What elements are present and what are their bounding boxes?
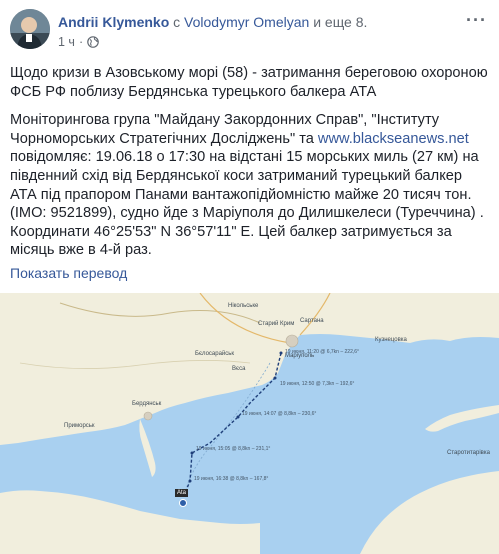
- map-label-sartana: Сартана: [300, 318, 324, 324]
- route-label-4: 19 июня, 15:05 @ 8,8kn – 231,1°: [196, 446, 271, 452]
- post-body: Щодо кризи в Азовському морі (58) - затр…: [10, 64, 488, 270]
- map-label-nikolske: Нікольське: [228, 303, 259, 309]
- meta-separator: ·: [78, 35, 84, 49]
- route-label-2: 19 июня, 12:50 @ 7,3kn – 192,6°: [280, 381, 355, 387]
- author-name[interactable]: Andrii Klymenko: [58, 14, 169, 30]
- map-label-stary-krym: Старий Крим: [258, 321, 295, 327]
- post-meta: 1 ч ·: [58, 34, 99, 50]
- map-label-prymorsk: Приморськ: [64, 423, 95, 429]
- post-header: Andrii Klymenko с Volodymyr Omelyan и ещ…: [58, 13, 367, 31]
- route-label-3: 19 июня, 14:07 @ 8,8kn – 230,6°: [242, 411, 317, 417]
- map-label-stakhanove: Бєлосарайськ: [195, 351, 235, 357]
- with-prefix: с: [173, 14, 181, 30]
- facebook-post: Andrii Klymenko с Volodymyr Omelyan и ещ…: [0, 0, 499, 554]
- map-label-berdyansk: Бердянськ: [132, 401, 162, 407]
- post-time[interactable]: 1 ч: [58, 34, 75, 50]
- post-paragraph-2: Моніторингова група "Майдану Закордонних…: [10, 111, 488, 260]
- globe-icon: [87, 36, 99, 48]
- tagged-person[interactable]: Volodymyr Omelyan: [184, 14, 309, 30]
- paragraph-2-text-b: повідомляє: 19.06.18 о 17:30 на відстані…: [10, 149, 484, 259]
- and-more[interactable]: и еще 8.: [313, 14, 367, 30]
- route-label-5: 19 июня, 16:38 @ 8,8kn – 167,8°: [194, 476, 269, 482]
- blackseanews-link[interactable]: www.blackseanews.net: [318, 131, 469, 147]
- more-icon[interactable]: ···: [466, 10, 487, 31]
- avatar[interactable]: [10, 9, 50, 49]
- route-label-1: 19 июня, 11:20 @ 6,7kn – 222,6°: [285, 349, 360, 355]
- route-map-image[interactable]: Маріуполь Бердянськ Вєса Приморськ Стари…: [0, 293, 499, 554]
- show-translation-link[interactable]: Показать перевод: [10, 265, 127, 281]
- map-label-vesla: Вєса: [232, 366, 246, 372]
- post-paragraph-1: Щодо кризи в Азовському морі (58) - затр…: [10, 65, 488, 100]
- map-label-starotitarovka: Старотитарівка: [447, 450, 490, 456]
- vessel-tag: Ata: [175, 489, 189, 497]
- map-label-kuznetsovka: Кузнецовка: [375, 337, 407, 343]
